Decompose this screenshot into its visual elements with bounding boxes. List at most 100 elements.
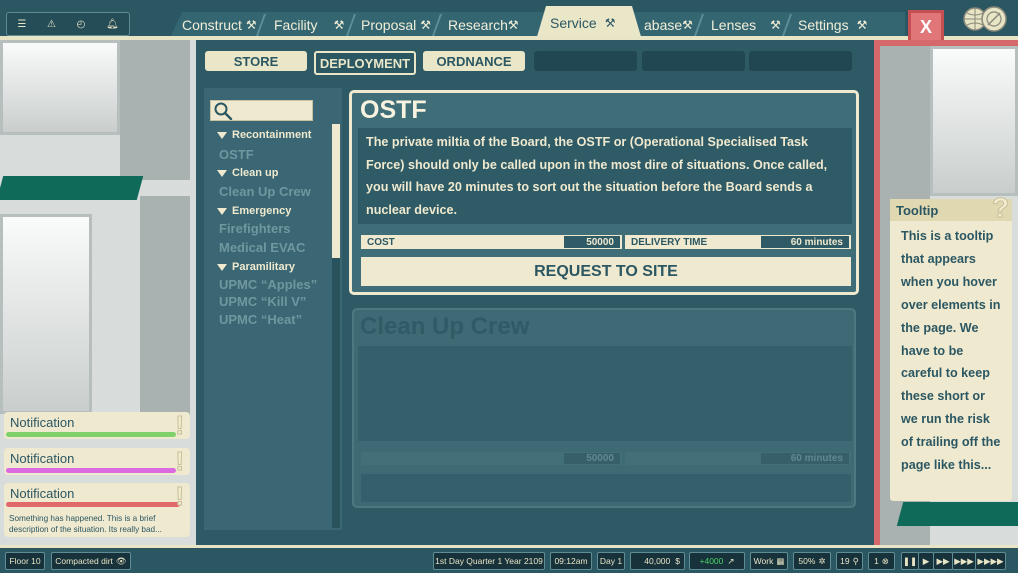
exclamation-icon: ! (175, 481, 185, 512)
tab-lenses[interactable]: Lenses ⚒ (711, 12, 781, 38)
income-value: +4000 (699, 556, 724, 566)
exclamation-icon: ! (175, 446, 185, 477)
money-value: 40,000 (644, 556, 671, 566)
alert-count[interactable]: 1 ⊗ (868, 552, 895, 570)
tab-label: Facility (274, 17, 318, 33)
delivery-time-field: DELIVERY TIME 60 minutes (625, 235, 851, 249)
terrain-indicator[interactable]: Compacted dirt 👁︎ (51, 552, 131, 570)
hammer-icon: ⚒ (604, 16, 616, 30)
expand-icon (217, 207, 227, 215)
staff-count[interactable]: 19 ⚲ (836, 552, 863, 570)
bell-icon[interactable]: 🔔︎ (106, 19, 119, 30)
play-button[interactable]: ▶ (918, 552, 934, 570)
tab-proposal[interactable]: Proposal ⚒ (361, 12, 431, 38)
trend-up-icon: ↗ (727, 555, 735, 566)
hammer-icon: ⚒ (507, 18, 519, 32)
card-description (358, 346, 852, 441)
settings-icon: ✲ (818, 555, 826, 566)
card-title: Clean Up Crew (360, 313, 530, 340)
tab-label: abase (644, 17, 683, 33)
expand-icon (217, 131, 227, 139)
exclamation-icon: ! (175, 410, 185, 441)
subtab-store[interactable]: STORE (205, 51, 307, 71)
work-label: Work (753, 556, 774, 566)
subtab-empty (749, 51, 852, 71)
card-title: OSTF (360, 96, 427, 124)
hammer-icon: ⚒ (770, 18, 781, 32)
alert-count-value: 1 (874, 556, 879, 566)
work-toggle[interactable]: Work ▦ (750, 552, 788, 570)
floor-indicator[interactable]: Floor 10 (5, 552, 45, 570)
list-group-paramilitary[interactable]: Paramilitary (217, 261, 295, 273)
hammer-icon: ⚒ (333, 18, 345, 32)
list-group-clean-up[interactable]: Clean up (217, 167, 278, 179)
tab-settings[interactable]: Settings ⚒ (798, 12, 867, 38)
group-label: Emergency (232, 205, 292, 217)
pause-button[interactable]: ❚❚ (901, 552, 919, 570)
list-item-ostf[interactable]: OSTF (219, 147, 254, 162)
notification-bar (6, 432, 176, 437)
group-label: Clean up (232, 167, 279, 179)
calendar-icon: ▦ (776, 555, 785, 566)
cost-field: COST 50000 (361, 235, 622, 249)
tab-label: Construct (182, 17, 242, 33)
money-display: 40,000 $ (630, 552, 685, 570)
faster-button[interactable]: ▶▶▶ (952, 552, 976, 570)
hammer-icon: ⚒ (245, 18, 257, 32)
list-item-medical-evac[interactable]: Medical EVAC (219, 240, 305, 255)
request-to-site-button (361, 474, 851, 502)
eye-icon[interactable]: 👁︎ (116, 556, 127, 567)
notification[interactable]: Notification ! Something has happened. T… (4, 481, 190, 537)
card-description: The private miltia of the Board, the OST… (358, 128, 852, 224)
clock-icon[interactable]: ◴ (77, 19, 86, 30)
time-display: 09:12am (550, 552, 592, 570)
group-label: Recontainment (232, 129, 312, 141)
panel-frame (874, 40, 880, 545)
list-group-recontainment[interactable]: Recontainment (217, 129, 311, 141)
tab-label: Proposal (361, 17, 417, 33)
request-to-site-button[interactable]: REQUEST TO SITE (361, 257, 851, 286)
cost-field: 50000 (361, 452, 622, 465)
subtab-ordnance[interactable]: ORDNANCE (423, 51, 525, 71)
expand-icon (217, 263, 227, 271)
cost-value: 50000 (564, 236, 620, 248)
tab-facility[interactable]: Facility ⚒ (274, 12, 344, 38)
subtab-empty (642, 51, 745, 71)
list-item-firefighters[interactable]: Firefighters (219, 221, 291, 236)
tab-construct[interactable]: Construct ⚒ (182, 12, 257, 38)
person-icon: ⚲ (852, 555, 859, 566)
tab-label: Lenses (711, 17, 757, 33)
list-icon[interactable]: ☰ (17, 19, 26, 30)
notification-bar (6, 468, 176, 473)
subtab-deployment[interactable]: DEPLOYMENT (314, 51, 416, 75)
list-item-upmc-heat[interactable]: UPMC “Heat” (219, 312, 302, 327)
warning-icon[interactable]: ⚠ (47, 19, 56, 30)
subtab-empty (534, 51, 637, 71)
delivery-time-value: 60 minutes (761, 453, 849, 464)
notification[interactable]: Notification ! (4, 446, 190, 477)
tab-label: Settings (798, 17, 849, 33)
globe-logo-icon[interactable] (961, 4, 1009, 34)
cost-label: COST (367, 236, 395, 248)
list-item-clean-up-crew[interactable]: Clean Up Crew (219, 184, 311, 199)
cost-value: 50000 (564, 453, 620, 464)
list-scrollbar-thumb[interactable] (332, 124, 340, 258)
list-group-emergency[interactable]: Emergency (217, 205, 291, 217)
fast-forward-button[interactable]: ▶▶ (933, 552, 953, 570)
close-button[interactable]: X (908, 10, 944, 44)
delivery-time-value: 60 minutes (761, 236, 849, 248)
fastest-button[interactable]: ▶▶▶▶ (975, 552, 1006, 570)
question-mark-icon: ? (991, 192, 1010, 224)
list-item-upmc-apples[interactable]: UPMC “Apples” (219, 277, 317, 292)
notification-title: Notification (10, 451, 75, 466)
percent-display[interactable]: 50% ✲ (793, 552, 831, 570)
list-item-upmc-kill-v[interactable]: UPMC “Kill V” (219, 294, 306, 309)
tab-research[interactable]: Research ⚒ (448, 12, 519, 38)
day-display: Day 1 (597, 552, 625, 570)
hammer-icon: ⚒ (420, 18, 432, 32)
date-display: 1st Day Quarter 1 Year 2109 (433, 552, 545, 570)
notification[interactable]: Notification ! (4, 410, 190, 441)
tab-service[interactable]: Service ⚒ (536, 6, 642, 40)
tab-database[interactable]: abase ⚒ (644, 12, 693, 38)
expand-icon (217, 169, 227, 177)
